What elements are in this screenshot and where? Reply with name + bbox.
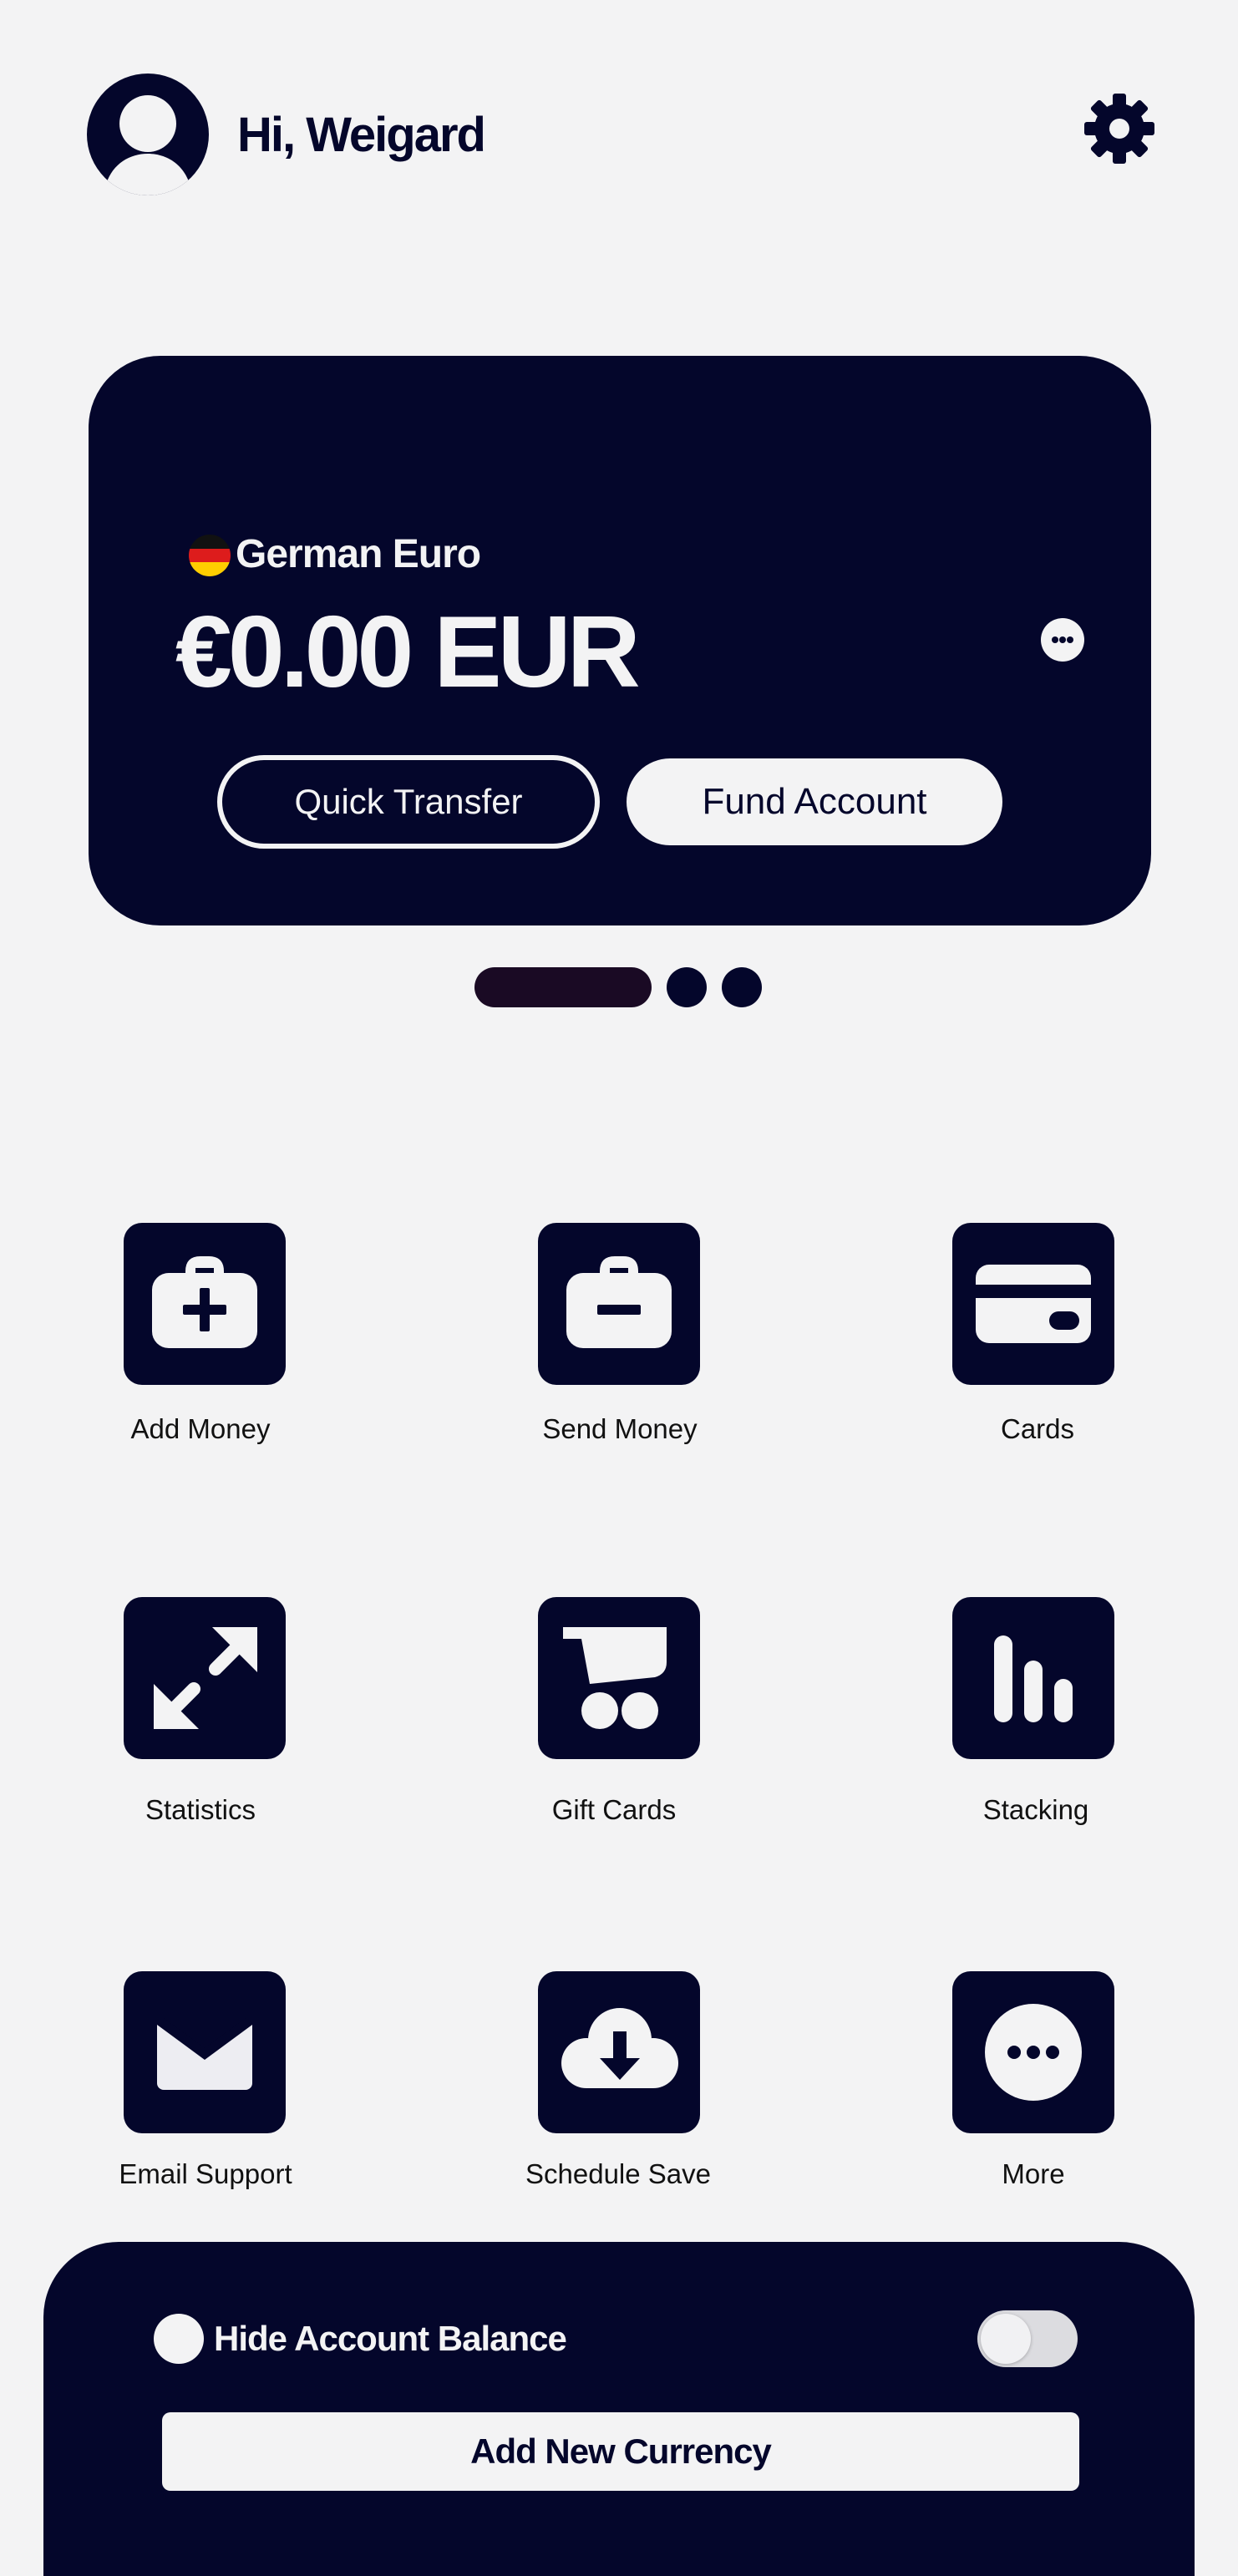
- send-money-icon: [566, 1256, 672, 1348]
- carousel-indicator[interactable]: [722, 967, 762, 1007]
- tile-label: Send Money: [542, 1413, 698, 1444]
- balance-amount: €0.00 EUR: [175, 595, 641, 708]
- cloud-download-icon: [561, 2008, 678, 2088]
- greeting: Hi, Weigard: [237, 108, 486, 162]
- statistics-button[interactable]: [124, 1597, 286, 1759]
- german-flag-icon: [189, 535, 231, 576]
- tile-label: Email Support: [119, 2158, 292, 2189]
- carousel-indicator[interactable]: [667, 967, 707, 1007]
- bar-chart-icon: [994, 1635, 1073, 1722]
- tile-label: Stacking: [982, 1794, 1089, 1825]
- quick-transfer-button[interactable]: Quick Transfer: [217, 755, 600, 849]
- email-support-button[interactable]: [124, 1971, 286, 2133]
- card-icon: [976, 1265, 1091, 1343]
- gear-icon: [1084, 94, 1154, 164]
- gift-cards-button[interactable]: [538, 1597, 700, 1759]
- tile-label: Cards: [1000, 1413, 1075, 1444]
- tile-label: Statistics: [145, 1794, 256, 1825]
- more-icon: [985, 2004, 1082, 2101]
- carousel-indicator-active[interactable]: [474, 967, 652, 1007]
- bottom-sheet: [43, 2242, 1195, 2576]
- schedule-save-button[interactable]: [538, 1971, 700, 2133]
- tile-label: Schedule Save: [525, 2158, 711, 2189]
- send-money-button[interactable]: [538, 1223, 700, 1385]
- avatar[interactable]: [87, 74, 209, 195]
- settings-button[interactable]: [1083, 92, 1156, 165]
- add-money-button[interactable]: [124, 1223, 286, 1385]
- more-button[interactable]: [952, 1971, 1114, 2133]
- tile-label: Gift Cards: [551, 1794, 677, 1825]
- expand-arrows-icon: [154, 1627, 257, 1729]
- hide-balance-radio[interactable]: [154, 2314, 204, 2364]
- add-new-currency-button[interactable]: Add New Currency: [162, 2412, 1079, 2491]
- add-money-icon: [152, 1256, 257, 1348]
- cart-icon: [563, 1627, 667, 1729]
- toggle-knob[interactable]: [981, 2314, 1031, 2364]
- user-icon: [104, 95, 192, 195]
- cards-button[interactable]: [952, 1223, 1114, 1385]
- card-options-button[interactable]: [1041, 618, 1084, 662]
- tile-label: Add Money: [130, 1413, 271, 1444]
- tile-label: More: [1002, 2158, 1065, 2189]
- hide-balance-label: Hide Account Balance: [214, 2319, 567, 2358]
- currency-name: German Euro: [236, 532, 481, 576]
- stacking-button[interactable]: [952, 1597, 1114, 1759]
- envelope-icon: [157, 2018, 252, 2090]
- more-horizontal-icon: [1052, 636, 1073, 643]
- fund-account-button[interactable]: Fund Account: [627, 758, 1002, 845]
